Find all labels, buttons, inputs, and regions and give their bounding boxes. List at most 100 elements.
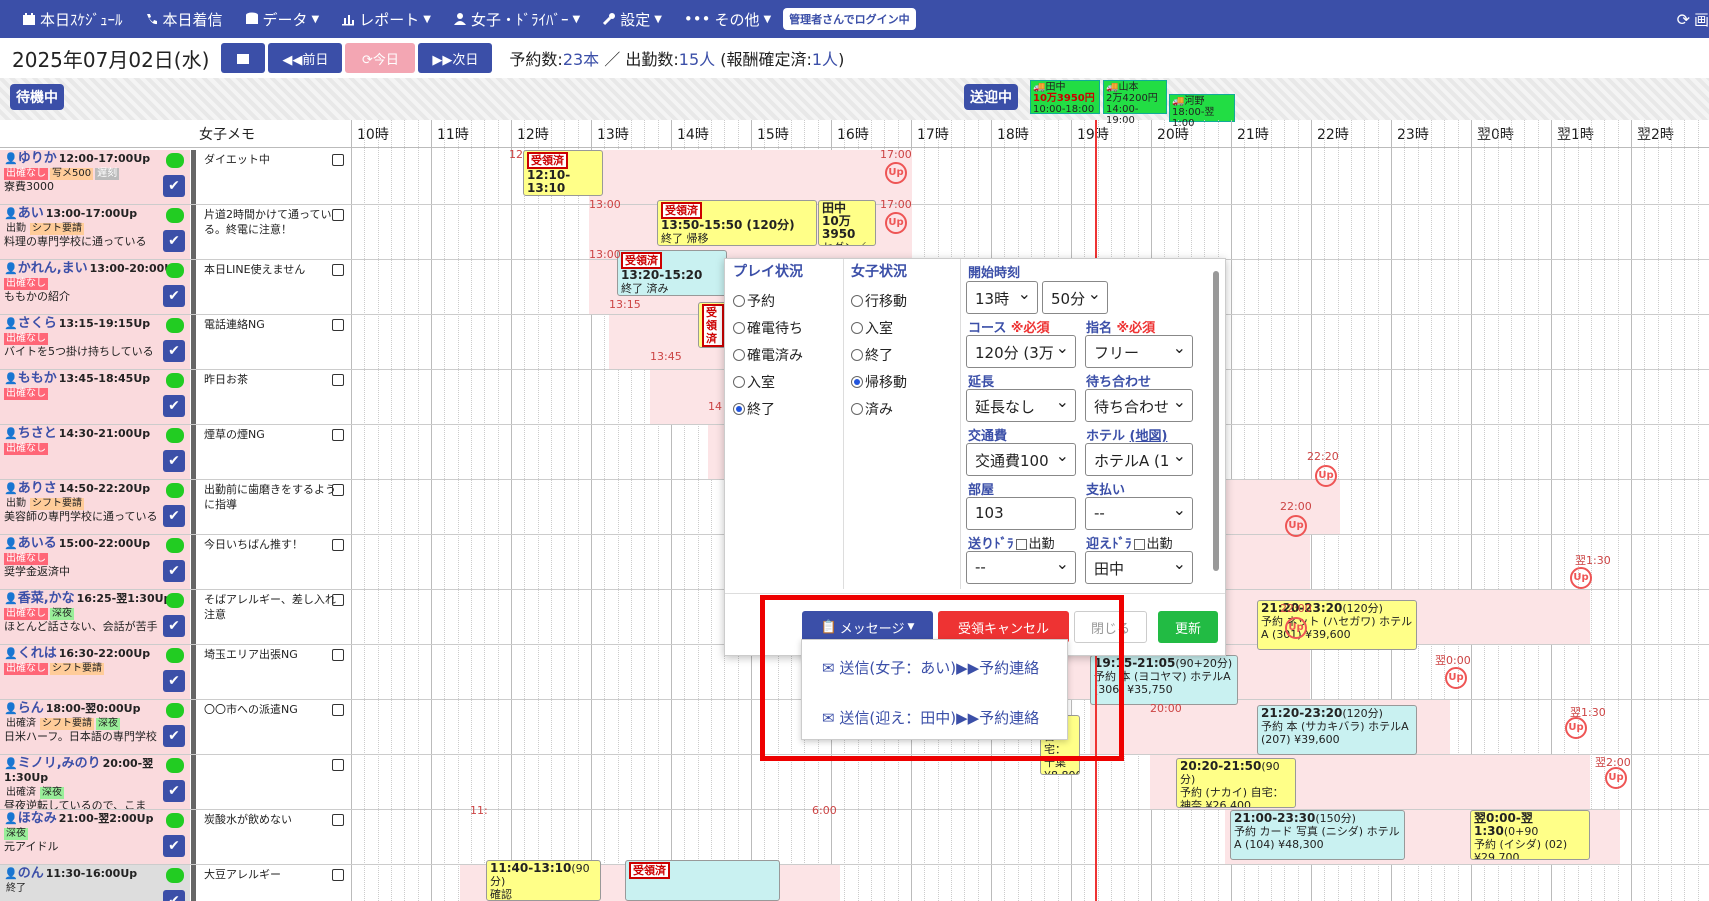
memo-edit-icon[interactable]	[332, 374, 344, 386]
line-chat-icon[interactable]	[166, 758, 184, 773]
girl-info[interactable]: 👤ちさと 14:30-21:00Up 出確なし	[0, 425, 190, 479]
girl-name[interactable]: あいる	[18, 536, 57, 551]
calendar-picker-button[interactable]	[221, 43, 266, 73]
popup-scrollbar[interactable]	[1213, 271, 1219, 571]
confirm-check-icon[interactable]: ✔	[163, 560, 185, 582]
reservation-card[interactable]: 21:00-23:30(150分) 予約 カード 写真 (ニシダ) ホテルA (1…	[1230, 810, 1405, 860]
play-radio[interactable]: 確電済み	[733, 345, 803, 365]
memo-edit-icon[interactable]	[332, 759, 344, 771]
line-chat-icon[interactable]	[166, 373, 184, 388]
up-icon[interactable]: Up	[1605, 767, 1627, 789]
confirm-check-icon[interactable]: ✔	[163, 450, 185, 472]
up-icon[interactable]: Up	[1285, 617, 1307, 639]
nav-girls-drivers[interactable]: 女子・ﾄﾞﾗｲﾊﾞｰ ▼	[453, 9, 580, 30]
driver-chip[interactable]: 🚚河野 18:00-翌1:00	[1169, 94, 1235, 129]
line-chat-icon[interactable]	[166, 318, 184, 333]
memo-edit-icon[interactable]	[332, 264, 344, 276]
reservation-card[interactable]: 受領済	[625, 860, 780, 901]
confirm-check-icon[interactable]: ✔	[163, 285, 185, 307]
prev-day-button[interactable]: ◀◀前日	[268, 43, 343, 73]
reservation-card[interactable]: 翌0:00-翌1:30(0+90 予約 (イシダ) (02) ¥29,700	[1470, 810, 1590, 860]
pick-driver-checkbox[interactable]	[1133, 539, 1145, 550]
girl-name[interactable]: ほなみ	[18, 811, 57, 826]
girl-name[interactable]: かれん,まい	[18, 261, 88, 276]
line-chat-icon[interactable]	[166, 428, 184, 443]
memo-edit-icon[interactable]	[332, 539, 344, 551]
girl-name[interactable]: ありさ	[18, 481, 57, 496]
girl-info[interactable]: 👤あい 13:00-17:00Up 出勤 シフト要請 料理の専門学校に通っている	[0, 205, 190, 259]
driver-chip[interactable]: 🚚田中 10万3950円 10:00-18:00	[1030, 80, 1100, 115]
hotel-select[interactable]: ホテルA (1	[1085, 443, 1193, 476]
driver-chip[interactable]: 🚚山本 2万4200円 14:00-19:00	[1103, 80, 1167, 126]
extension-select[interactable]: 延長なし	[966, 389, 1076, 422]
play-radio[interactable]: 終了	[733, 399, 775, 419]
confirm-check-icon[interactable]: ✔	[163, 175, 185, 197]
line-chat-icon[interactable]	[166, 263, 184, 278]
room-input[interactable]: 103	[966, 497, 1076, 530]
girl-name[interactable]: 香菜,かな	[18, 591, 75, 606]
nav-settings[interactable]: 設定 ▼	[602, 9, 662, 30]
start-hour-select[interactable]: 13時	[966, 281, 1038, 314]
confirm-check-icon[interactable]: ✔	[163, 835, 185, 857]
girl-radio[interactable]: 入室	[851, 318, 893, 338]
next-day-button[interactable]: ▶▶次日	[418, 43, 493, 73]
reservation-card[interactable]: 田中10万3950セダン／	[818, 200, 876, 246]
girl-name[interactable]: ゆりか	[18, 151, 57, 166]
confirm-check-icon[interactable]: ✔	[163, 340, 185, 362]
nav-other[interactable]: ••• その他 ▼	[684, 9, 771, 30]
confirm-check-icon[interactable]: ✔	[163, 615, 185, 637]
girl-info[interactable]: 👤くれは 16:30-22:00Up 出確なし シフト要請	[0, 645, 190, 699]
girl-info[interactable]: 👤らん 18:00-翌0:00Up 出確済 シフト要請 深夜 日米ハーフ。日本語の専門学校	[0, 700, 190, 754]
memo-edit-icon[interactable]	[332, 319, 344, 331]
up-icon[interactable]: Up	[1565, 717, 1587, 739]
reservation-card[interactable]: 20:20-21:50(90分) 予約 (ナカイ) 自宅：神奈 ¥26,400	[1176, 758, 1296, 808]
memo-edit-icon[interactable]	[332, 209, 344, 221]
girl-info[interactable]: 👤あいる 15:00-22:00Up 出確なし 奨学金返済中	[0, 535, 190, 589]
memo-edit-icon[interactable]	[332, 649, 344, 661]
map-link[interactable]: (地図)	[1130, 429, 1168, 444]
memo-edit-icon[interactable]	[332, 594, 344, 606]
girl-name[interactable]: らん	[18, 701, 44, 716]
line-chat-icon[interactable]	[166, 703, 184, 718]
pick-driver-select[interactable]: 田中	[1085, 551, 1193, 584]
play-radio[interactable]: 入室	[733, 372, 775, 392]
girl-name[interactable]: ミノリ,みのり	[18, 756, 101, 771]
girl-name[interactable]: くれは	[18, 646, 57, 661]
reservation-card[interactable]: 受領済12:10-13:10終了 済み	[523, 150, 603, 196]
line-chat-icon[interactable]	[166, 813, 184, 828]
girl-radio[interactable]: 行移動	[851, 291, 907, 311]
girl-info[interactable]: 👤ももか 13:45-18:45Up 出確なし	[0, 370, 190, 424]
meeting-select[interactable]: 待ち合わせ	[1085, 389, 1193, 422]
girl-name[interactable]: ちさと	[18, 426, 57, 441]
send-driver-checkbox[interactable]	[1015, 539, 1027, 550]
nomination-select[interactable]: フリー	[1085, 335, 1193, 368]
nav-right[interactable]: ⟳ 画	[1677, 9, 1709, 30]
nav-data[interactable]: データ ▼	[245, 9, 319, 30]
confirm-check-icon[interactable]: ✔	[163, 505, 185, 527]
up-icon[interactable]: Up	[1285, 515, 1307, 537]
nav-schedule[interactable]: 本日ｽｹｼﾞｭｰﾙ	[22, 9, 123, 30]
update-button[interactable]: 更新	[1158, 611, 1218, 643]
girl-info[interactable]: 👤香菜,かな 16:25-翌1:30Up 出確なし 深夜 ほとんど話さない、会話が苦手	[0, 590, 190, 644]
girl-name[interactable]: のん	[18, 866, 44, 881]
reservation-card[interactable]: 11:40-13:10(90分) 確認	[486, 860, 601, 901]
memo-edit-icon[interactable]	[332, 484, 344, 496]
girl-radio[interactable]: 帰移動	[851, 372, 907, 392]
girl-info[interactable]: 👤ほなみ 21:00-翌2:00Up 深夜 元アイドル	[0, 810, 190, 864]
send-driver-select[interactable]: --	[966, 551, 1076, 584]
payment-select[interactable]: --	[1085, 497, 1193, 530]
line-chat-icon[interactable]	[166, 153, 184, 168]
girl-info[interactable]: 👤かれん,まい 13:00-20:00Up 出確なし ももかの紹介	[0, 260, 190, 314]
girl-radio[interactable]: 済み	[851, 399, 893, 419]
girl-info[interactable]: 👤ありさ 14:50-22:20Up 出勤 シフト要請 美容師の専門学校に通っている	[0, 480, 190, 534]
nav-calls[interactable]: 本日着信	[145, 9, 223, 30]
line-chat-icon[interactable]	[166, 648, 184, 663]
up-icon[interactable]: Up	[885, 162, 907, 184]
up-icon[interactable]: Up	[1445, 667, 1467, 689]
nav-report[interactable]: レポート ▼	[341, 9, 431, 30]
up-icon[interactable]: Up	[1315, 465, 1337, 487]
memo-edit-icon[interactable]	[332, 814, 344, 826]
up-icon[interactable]: Up	[1570, 567, 1592, 589]
confirm-check-icon[interactable]: ✔	[163, 890, 185, 901]
line-chat-icon[interactable]	[166, 593, 184, 608]
